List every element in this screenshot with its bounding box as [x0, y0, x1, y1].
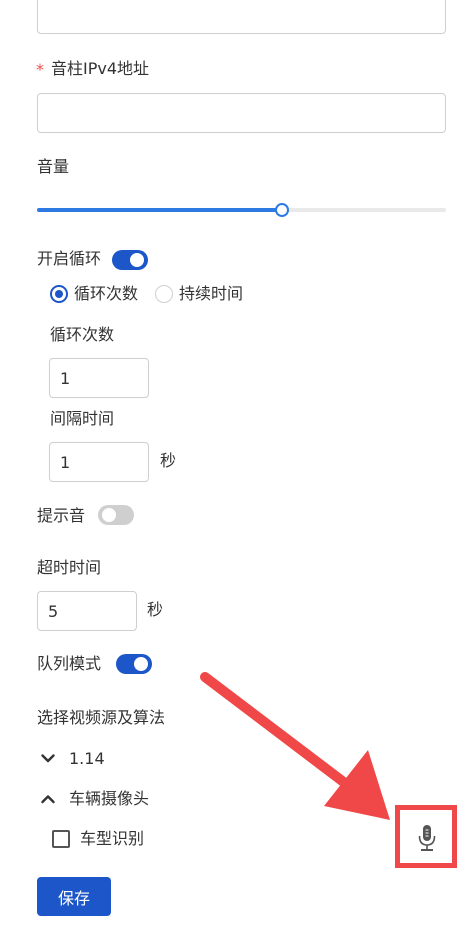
microphone-icon[interactable] [415, 824, 439, 852]
annotation-arrow [200, 672, 390, 820]
